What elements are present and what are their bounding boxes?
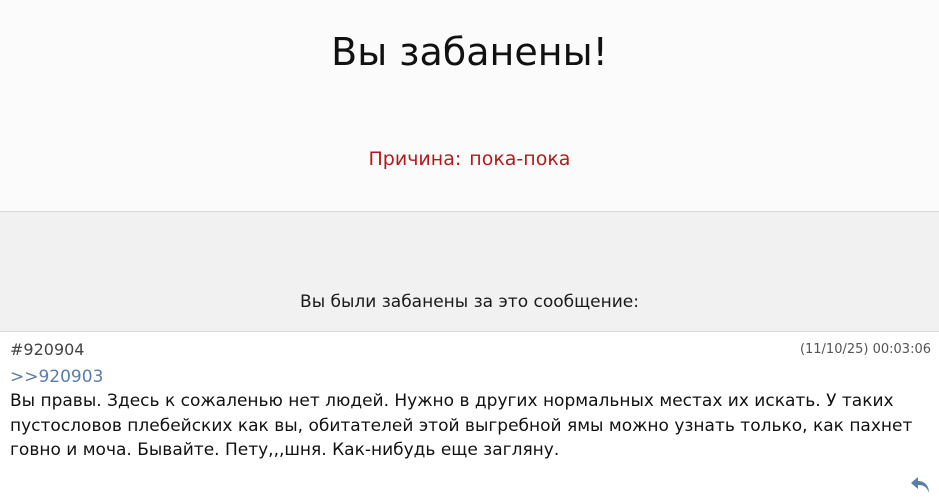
ban-notice-text: Вы были забанены за это сообщение: <box>300 292 639 312</box>
post-body: Вы правы. Здесь к сожаленью нет людей. Н… <box>10 391 913 460</box>
ban-reason-value: пока-пока <box>469 148 571 170</box>
ban-page: Вы забанены! Причина: пока-пока Вы были з… <box>0 0 939 500</box>
reply-arrow-icon[interactable] <box>909 474 933 496</box>
page-title: Вы забанены! <box>331 30 608 74</box>
ban-reason: Причина: пока-пока <box>0 146 939 172</box>
post-reply-link[interactable]: >>920903 <box>10 366 103 388</box>
post-date: (11/10/25) 00:03:06 <box>799 342 931 357</box>
ban-notice-band: Вы были забанены за это сообщение: <box>0 211 939 332</box>
ban-reason-label: Причина: <box>368 148 462 170</box>
banned-post: #920904 (11/10/25) 00:03:06 >>920903 Вы … <box>0 332 939 500</box>
post-number: #920904 <box>10 340 85 359</box>
